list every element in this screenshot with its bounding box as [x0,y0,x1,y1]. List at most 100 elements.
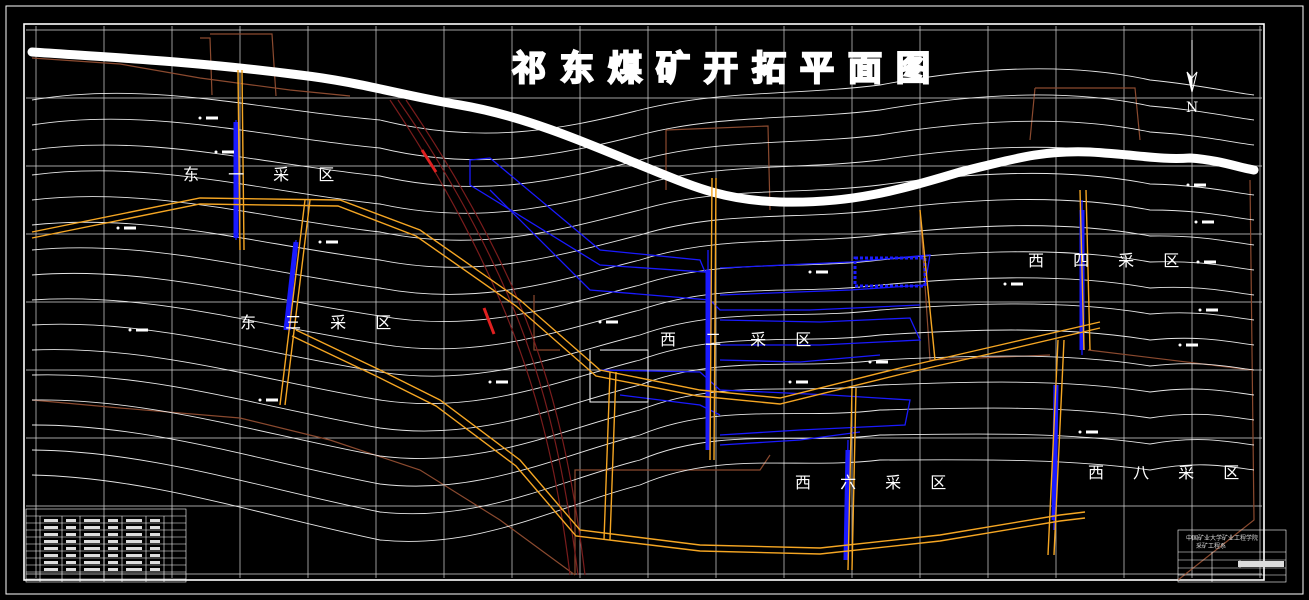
borehole-marker [1178,343,1182,347]
legend-cell-fill [44,547,58,550]
legend-cell-fill [44,540,58,543]
legend-cell-fill [126,547,142,550]
mine-development-plan-map: 祁东煤矿开拓平面图 N 东 一 采 区 东 三 采 区 西 二 采 区 西 四 … [5,5,1304,595]
legend-cell-fill [44,526,58,529]
borehole-tag [206,116,218,120]
borehole-tag [496,380,508,384]
north-label: N [1186,100,1198,116]
legend-cell-fill [108,561,118,564]
legend-cell-fill [84,561,100,564]
borehole-marker [214,150,218,154]
legend-cell-fill [66,540,76,543]
zone-label-west-4: 西 四 采 区 [1028,251,1191,270]
legend-cell-fill [44,533,58,536]
legend-cell-fill [44,554,58,557]
borehole-marker [1078,430,1082,434]
borehole-marker [1194,220,1198,224]
legend-cell-fill [108,554,118,557]
legend-cell-fill [44,519,58,522]
borehole-marker [258,398,262,402]
legend-cell-fill [150,519,160,522]
borehole-marker [788,380,792,384]
borehole-marker [116,226,120,230]
legend-cell-fill [126,561,142,564]
legend-cell-fill [126,568,142,571]
borehole-tag [1011,282,1023,286]
legend-cell-fill [84,526,100,529]
legend-cell-fill [66,568,76,571]
borehole-marker [1198,308,1202,312]
borehole-marker [128,328,132,332]
title-block-fill [1238,561,1284,567]
contour-line [31,303,1255,377]
legend-cell-fill [108,533,118,536]
legend-cell-fill [126,519,142,522]
legend-cell-fill [44,568,58,571]
borehole-tag [326,240,338,244]
legend-cell-fill [84,540,100,543]
borehole-marker [318,240,322,244]
fault-zone [389,99,586,576]
legend-cell-fill [84,533,100,536]
legend-cell-fill [108,547,118,550]
map-title: 祁东煤矿开拓平面图 [512,49,944,89]
contour-line [31,381,1255,459]
legend-cell-fill [126,533,142,536]
zone-label-east-3: 东 三 采 区 [240,313,403,332]
legend-cell-fill [150,568,160,571]
borehole-tag [136,328,148,332]
legend-cell-fill [108,526,118,529]
contour-line [31,277,1255,350]
borehole-tag [1202,220,1214,224]
zone-label-east-1: 东 一 采 区 [183,165,346,184]
legend-cell-fill [66,519,76,522]
contour-line [31,459,1255,542]
zone-label-west-8: 西 八 采 区 [1088,463,1251,482]
mine-field-boundary [31,33,1255,581]
borehole-marker [598,320,602,324]
legend-cell-fill [66,526,76,529]
legend-cell-fill [108,519,118,522]
borehole-marker [868,360,872,364]
legend-cell-fill [108,568,118,571]
legend-cell-fill [126,526,142,529]
legend-cell-fill [84,547,100,550]
borehole-marker [1003,282,1007,286]
legend-cell-fill [150,540,160,543]
legend-cell-fill [84,554,100,557]
borehole-marker [198,116,202,120]
title-block-line2: 采矿工程系 [1196,542,1226,550]
borehole-tag [876,360,888,364]
borehole-tag [1194,183,1206,187]
legend-cell-fill [84,568,100,571]
legend-cell-fill [126,554,142,557]
borehole-tag [606,320,618,324]
borehole-marker [1196,260,1200,264]
title-block-line1: 中国矿业大学矿业工程学院 [1186,534,1258,542]
zone-label-west-6: 西 六 采 区 [795,473,958,492]
borehole-tag [1206,308,1218,312]
legend-cell-fill [84,519,100,522]
zone-label-west-2: 西 二 采 区 [660,330,823,349]
borehole-marker [1186,183,1190,187]
legend-cell-fill [108,540,118,543]
legend-cell-fill [150,554,160,557]
legend-cell-fill [126,540,142,543]
borehole-tag [222,150,234,154]
legend-cell-fill [150,533,160,536]
mining-workings [235,120,1083,561]
borehole-marker [808,270,812,274]
borehole-tag [124,226,136,230]
borehole-tag [266,398,278,402]
borehole-marker [488,380,492,384]
legend-cell-fill [66,561,76,564]
legend-cell-fill [150,526,160,529]
legend-cell-fill [44,561,58,564]
borehole-tag [796,380,808,384]
borehole-tag [1204,260,1216,264]
legend-cell-fill [66,554,76,557]
legend-cell-fill [150,547,160,550]
legend-cell-fill [150,561,160,564]
legend-cells [44,519,160,571]
legend-cell-fill [66,547,76,550]
